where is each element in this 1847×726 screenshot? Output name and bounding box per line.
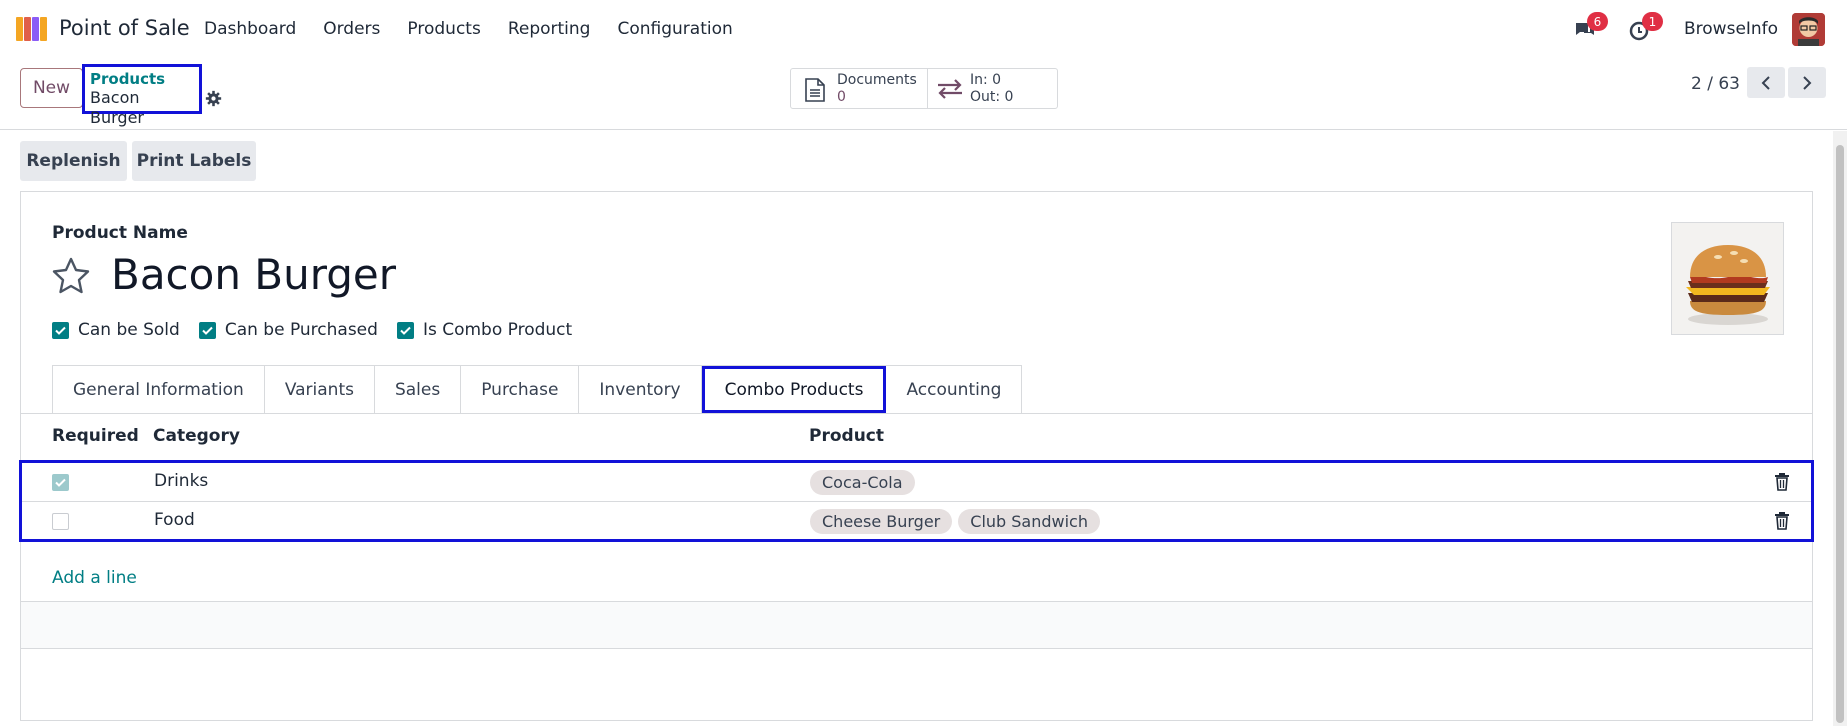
documents-label: Documents xyxy=(837,72,917,88)
document-icon xyxy=(805,78,825,102)
can-be-sold-checkbox[interactable] xyxy=(52,321,69,339)
is-combo-product-checkbox[interactable] xyxy=(396,321,414,339)
product-form-sheet: Product Name Bacon Burger Can be Sold Ca… xyxy=(19,191,1814,721)
menu-products[interactable]: Products xyxy=(407,19,480,39)
row-products: Cheese Burger Club Sandwich xyxy=(810,509,1100,534)
tab-accounting[interactable]: Accounting xyxy=(886,366,1021,413)
row-category[interactable]: Drinks xyxy=(154,471,208,491)
messages-button[interactable]: 6 xyxy=(1573,12,1608,42)
menu-reporting[interactable]: Reporting xyxy=(508,19,591,39)
tab-variants[interactable]: Variants xyxy=(265,366,375,413)
pos-app-icon[interactable] xyxy=(16,15,48,41)
check-icon xyxy=(400,326,411,335)
pager-previous-button[interactable] xyxy=(1747,67,1785,98)
product-tag[interactable]: Cheese Burger xyxy=(810,509,953,534)
required-checkbox[interactable] xyxy=(52,474,69,491)
menu-orders[interactable]: Orders xyxy=(323,19,380,39)
tab-sales[interactable]: Sales xyxy=(375,366,462,413)
breadcrumb-products-link[interactable]: Products xyxy=(90,70,194,88)
row-products: Coca-Cola xyxy=(810,470,915,495)
product-name-field[interactable]: Bacon Burger xyxy=(111,250,396,299)
pager-next-button[interactable] xyxy=(1788,67,1826,98)
print-labels-button[interactable]: Print Labels xyxy=(132,141,256,181)
add-a-line-link[interactable]: Add a line xyxy=(52,568,137,588)
check-icon xyxy=(55,478,66,487)
tab-inventory[interactable]: Inventory xyxy=(579,366,702,413)
check-icon xyxy=(55,326,66,335)
header-category[interactable]: Category xyxy=(153,426,240,446)
tab-combo-products[interactable]: Combo Products xyxy=(701,366,887,413)
breadcrumb-current-record: Bacon Burger xyxy=(90,88,144,127)
can-be-sold-label: Can be Sold xyxy=(78,320,180,340)
is-combo-product-label: Is Combo Product xyxy=(422,320,573,340)
pager-value[interactable]: 2 / 63 xyxy=(1691,74,1740,94)
main-menu: Dashboard Orders Products Reporting Conf… xyxy=(204,19,760,39)
in-out-smart-button[interactable]: In: 0 Out: 0 xyxy=(928,69,1057,108)
scrollbar-thumb[interactable] xyxy=(1836,145,1844,723)
tab-purchase[interactable]: Purchase xyxy=(461,366,580,413)
page-scrollbar[interactable] xyxy=(1833,131,1847,726)
smart-buttons: Documents 0 In: 0 Out: 0 xyxy=(790,68,1058,109)
product-tag[interactable]: Coca-Cola xyxy=(810,470,915,495)
gear-icon[interactable] xyxy=(205,90,222,107)
avatar-image xyxy=(1792,13,1825,46)
in-count: In: 0 xyxy=(970,72,1002,88)
app-name[interactable]: Point of Sale xyxy=(59,16,190,40)
product-name-label: Product Name xyxy=(52,223,188,243)
product-flags: Can be Sold Can be Purchased Is Combo Pr… xyxy=(52,320,591,340)
table-row[interactable]: Drinks Coca-Cola xyxy=(22,463,1811,501)
combo-rows-highlight: Drinks Coca-Cola Food Cheese Burger Club… xyxy=(19,460,1814,542)
company-switcher[interactable]: BrowseInfo xyxy=(1684,19,1778,39)
menu-dashboard[interactable]: Dashboard xyxy=(204,19,296,39)
user-avatar[interactable] xyxy=(1792,13,1825,46)
chevron-right-icon xyxy=(1803,75,1812,90)
out-count: Out: 0 xyxy=(970,89,1014,105)
favorite-star-icon[interactable] xyxy=(51,256,91,296)
tab-general-information[interactable]: General Information xyxy=(53,366,265,413)
form-tabs: General Information Variants Sales Purch… xyxy=(52,365,1023,413)
trash-icon[interactable] xyxy=(1774,512,1790,530)
can-be-purchased-checkbox[interactable] xyxy=(198,321,216,339)
can-be-purchased-label: Can be Purchased xyxy=(224,320,378,340)
top-navbar: Point of Sale Dashboard Orders Products … xyxy=(0,0,1847,58)
breadcrumb: Products Bacon Burger xyxy=(82,64,202,127)
control-panel: New Products Bacon Burger Documents 0 In… xyxy=(0,58,1847,130)
new-button[interactable]: New xyxy=(20,68,83,108)
required-checkbox[interactable] xyxy=(52,513,69,530)
empty-table-row xyxy=(21,602,1812,648)
row-category[interactable]: Food xyxy=(154,510,195,530)
burger-image xyxy=(1672,223,1783,334)
header-product[interactable]: Product xyxy=(809,426,884,446)
documents-smart-button[interactable]: Documents 0 xyxy=(791,69,928,108)
menu-configuration[interactable]: Configuration xyxy=(617,19,732,39)
replenish-button[interactable]: Replenish xyxy=(20,141,127,181)
header-required[interactable]: Required xyxy=(52,426,139,446)
product-image[interactable] xyxy=(1671,222,1784,335)
table-row[interactable]: Food Cheese Burger Club Sandwich xyxy=(22,501,1811,539)
table-divider xyxy=(21,648,1812,649)
check-icon xyxy=(202,326,213,335)
chevron-left-icon xyxy=(1761,75,1770,90)
activities-badge: 1 xyxy=(1642,12,1663,31)
activities-button[interactable]: 1 xyxy=(1628,12,1663,42)
messages-badge: 6 xyxy=(1587,12,1608,31)
trash-icon[interactable] xyxy=(1774,473,1790,491)
product-tag[interactable]: Club Sandwich xyxy=(958,509,1100,534)
combo-table-header: Required Category Product xyxy=(21,414,1812,460)
transfer-arrows-icon xyxy=(938,79,962,99)
documents-count: 0 xyxy=(837,89,846,105)
